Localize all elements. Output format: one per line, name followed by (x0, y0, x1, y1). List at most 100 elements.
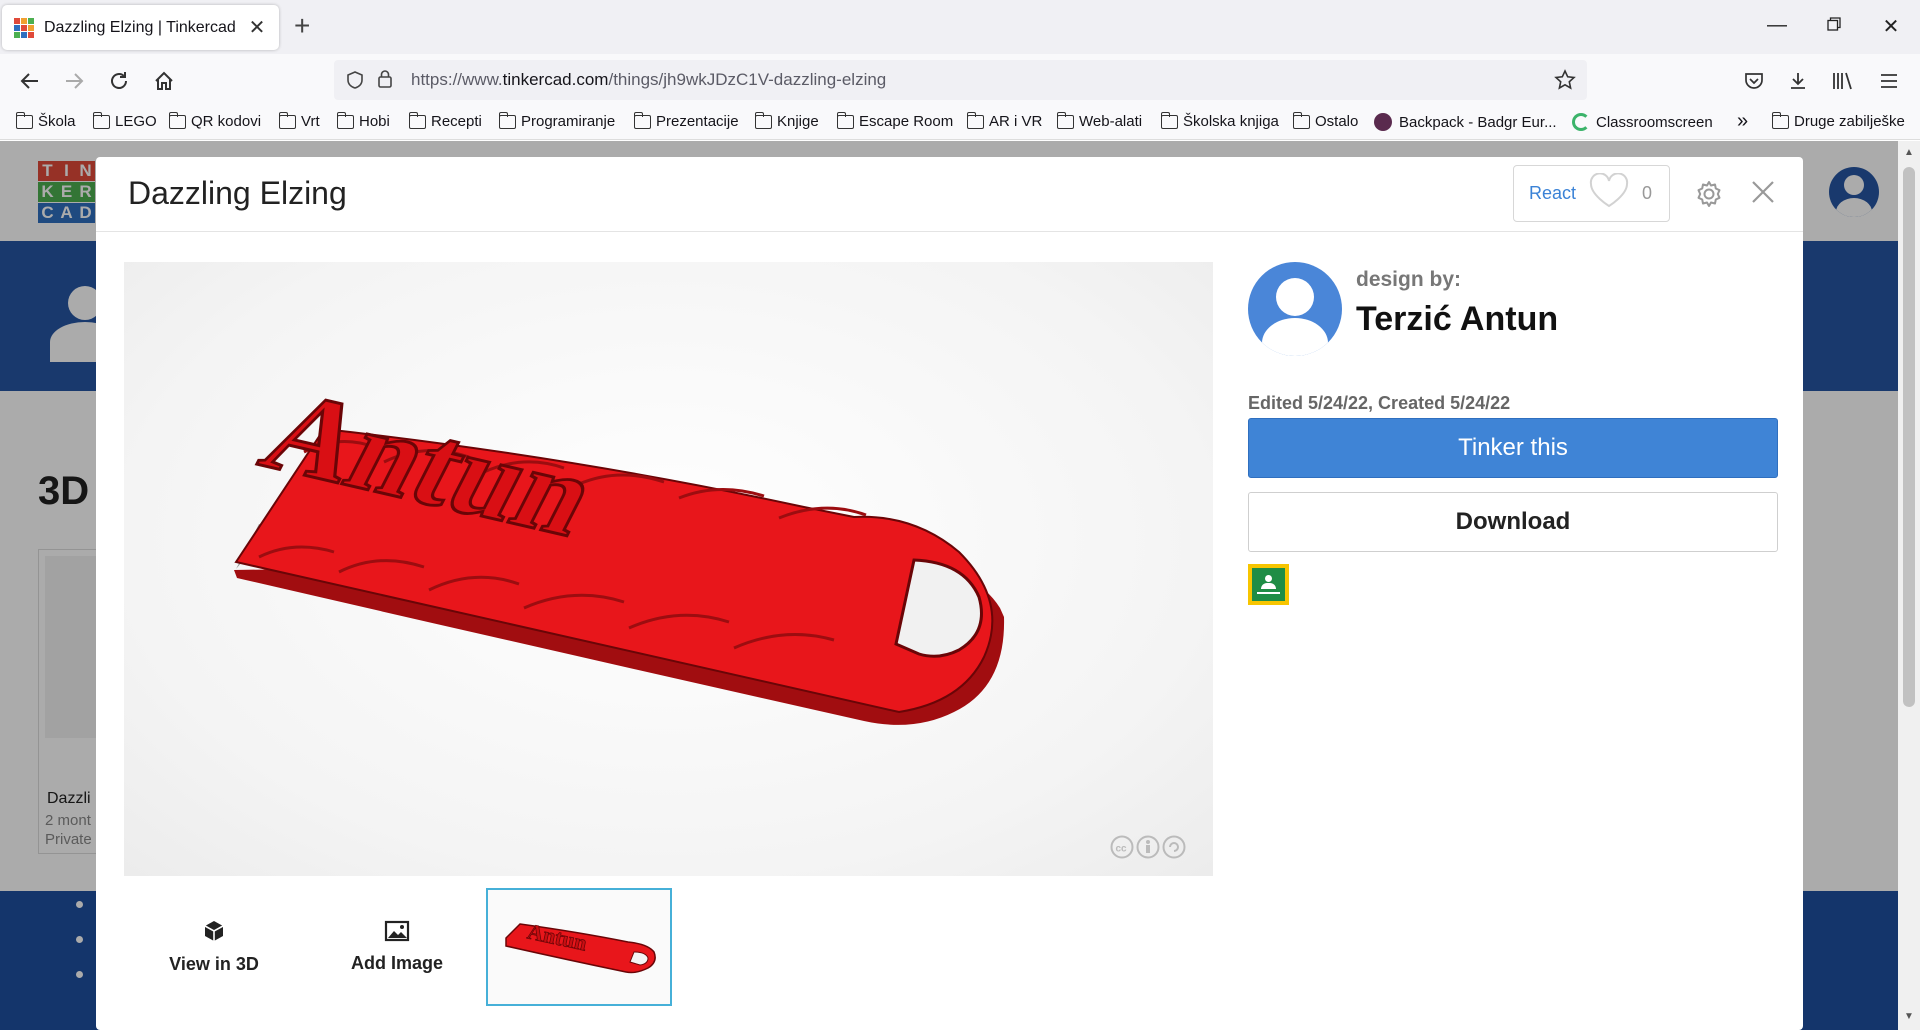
tinkercad-favicon-icon (14, 17, 34, 38)
bookmark-folder[interactable]: Knjige (754, 111, 819, 130)
scroll-thumb[interactable] (1903, 167, 1915, 707)
badgr-icon (1374, 113, 1392, 131)
bookmark-label: Knjige (777, 113, 819, 130)
bookmark-label: Ostalo (1315, 113, 1359, 130)
other-bookmarks-folder[interactable]: Druge zabilješke (1771, 111, 1905, 130)
modal-header: Dazzling Elzing React 0 (96, 157, 1803, 232)
forward-icon[interactable] (59, 66, 89, 96)
design-detail-modal: Dazzling Elzing React 0 Antun cc View in… (96, 157, 1803, 1030)
bookmark-label: Vrt (301, 113, 320, 130)
creative-commons-icon[interactable]: cc (1109, 834, 1189, 865)
folder-icon (498, 111, 516, 129)
react-button[interactable]: React 0 (1513, 165, 1670, 222)
scroll-up-icon[interactable]: ▲ (1904, 147, 1914, 158)
bookmarks-overflow-icon[interactable]: » (1737, 110, 1748, 133)
bookmark-label: Škola (38, 113, 76, 130)
bookmark-folder[interactable]: Web-alati (1056, 111, 1143, 130)
react-label: React (1529, 183, 1577, 203)
view-in-3d-button[interactable]: View in 3D (124, 888, 304, 1005)
cube-icon (202, 919, 226, 948)
bookmark-label: Školska knjiga (1183, 113, 1279, 130)
design-by-label: design by: (1356, 268, 1462, 291)
pocket-icon[interactable] (1739, 66, 1769, 96)
bookmark-folder[interactable]: Escape Room (836, 111, 954, 130)
tinker-this-button[interactable]: Tinker this (1248, 418, 1778, 478)
folder-icon (754, 111, 772, 129)
image-icon (384, 920, 410, 947)
back-icon[interactable] (15, 66, 45, 96)
folder-icon (336, 111, 354, 129)
bookmark-label: AR i VR (989, 113, 1043, 130)
page-scrollbar[interactable]: ▲ ▼ (1898, 141, 1920, 1030)
bookmark-star-icon[interactable] (1554, 69, 1576, 96)
bookmark-label: Druge zabilješke (1794, 113, 1905, 130)
bookmark-label: QR kodovi (191, 113, 262, 130)
edit-created-dates: Edited 5/24/22, Created 5/24/22 (1248, 393, 1511, 413)
new-tab-icon[interactable]: + (294, 12, 310, 40)
folder-icon (1771, 111, 1789, 129)
close-icon[interactable] (1750, 179, 1776, 210)
folder-icon (1160, 111, 1178, 129)
minimize-icon[interactable]: — (1765, 14, 1789, 37)
bookmark-label: Hobi (359, 113, 390, 130)
bookmark-label: Classroomscreen (1596, 113, 1713, 131)
classroomscreen-icon (1572, 113, 1590, 131)
bookmark-folder[interactable]: Programiranje (498, 111, 616, 130)
bookmark-folder[interactable]: Školska knjiga (1160, 111, 1279, 130)
bookmark-folder[interactable]: Recepti (408, 111, 482, 130)
menu-icon[interactable] (1874, 66, 1904, 96)
react-count: 0 (1642, 183, 1653, 203)
folder-icon (15, 111, 33, 129)
shield-icon[interactable] (345, 70, 365, 95)
bookmark-folder[interactable]: Škola (15, 111, 76, 130)
bookmark-folder[interactable]: Vrt (278, 111, 320, 130)
svg-text:cc: cc (1116, 844, 1128, 855)
modal-title: Dazzling Elzing (128, 175, 347, 211)
folder-icon (168, 111, 186, 129)
folder-icon (836, 111, 854, 129)
designer-name[interactable]: Terzić Antun (1356, 300, 1558, 339)
bookmark-link[interactable]: Classroomscreen (1572, 113, 1713, 131)
bookmark-label: Recepti (431, 113, 482, 130)
model-preview[interactable]: Antun cc (124, 262, 1213, 876)
model-thumbnail[interactable]: Antun (486, 888, 672, 1006)
bookmarks-bar: Škola LEGO QR kodovi Vrt Hobi Recepti Pr… (0, 108, 1920, 140)
bookmark-folder[interactable]: Prezentacije (633, 111, 739, 130)
bookmark-link[interactable]: Backpack - Badgr Eur... (1374, 113, 1557, 131)
keychain-model-image: Antun (234, 366, 1005, 725)
restore-icon[interactable] (1822, 14, 1846, 37)
folder-icon (966, 111, 984, 129)
bookmark-folder[interactable]: LEGO (92, 111, 157, 130)
home-icon[interactable] (149, 66, 179, 96)
folder-icon (1056, 111, 1074, 129)
add-image-button[interactable]: Add Image (307, 888, 487, 1005)
reload-icon[interactable] (104, 66, 134, 96)
designer-avatar[interactable] (1248, 262, 1342, 356)
library-icon[interactable] (1828, 66, 1858, 96)
view-in-3d-label: View in 3D (169, 953, 259, 974)
scroll-down-icon[interactable]: ▼ (1904, 1011, 1914, 1022)
bookmark-folder[interactable]: Ostalo (1292, 111, 1359, 130)
bookmark-label: Escape Room (859, 113, 954, 130)
window-close-icon[interactable]: ✕ (1879, 14, 1903, 39)
url-bar[interactable]: https://www.tinkercad.com/things/jh9wkJD… (334, 60, 1587, 100)
tab-strip: Dazzling Elzing | Tinkercad ✕ + — ✕ (0, 0, 1920, 54)
url-text[interactable]: https://www.tinkercad.com/things/jh9wkJD… (411, 70, 886, 90)
download-button[interactable]: Download (1248, 492, 1778, 552)
downloads-icon[interactable] (1783, 66, 1813, 96)
tab-close-icon[interactable]: ✕ (247, 15, 267, 40)
bookmark-folder[interactable]: AR i VR (966, 111, 1043, 130)
gear-icon[interactable] (1694, 179, 1724, 214)
browser-tab[interactable]: Dazzling Elzing | Tinkercad ✕ (2, 5, 279, 50)
add-image-label: Add Image (350, 952, 443, 973)
media-strip: View in 3D Add Image Antun (124, 888, 724, 1018)
bookmark-label: Programiranje (521, 113, 616, 130)
lock-icon[interactable] (376, 69, 394, 94)
bookmark-folder[interactable]: Hobi (336, 111, 390, 130)
bookmark-label: Web-alati (1079, 113, 1143, 130)
bookmark-label: Prezentacije (656, 113, 739, 130)
folder-icon (1292, 111, 1310, 129)
google-classroom-share-icon[interactable] (1248, 564, 1289, 605)
bookmark-folder[interactable]: QR kodovi (168, 111, 262, 130)
folder-icon (633, 111, 651, 129)
